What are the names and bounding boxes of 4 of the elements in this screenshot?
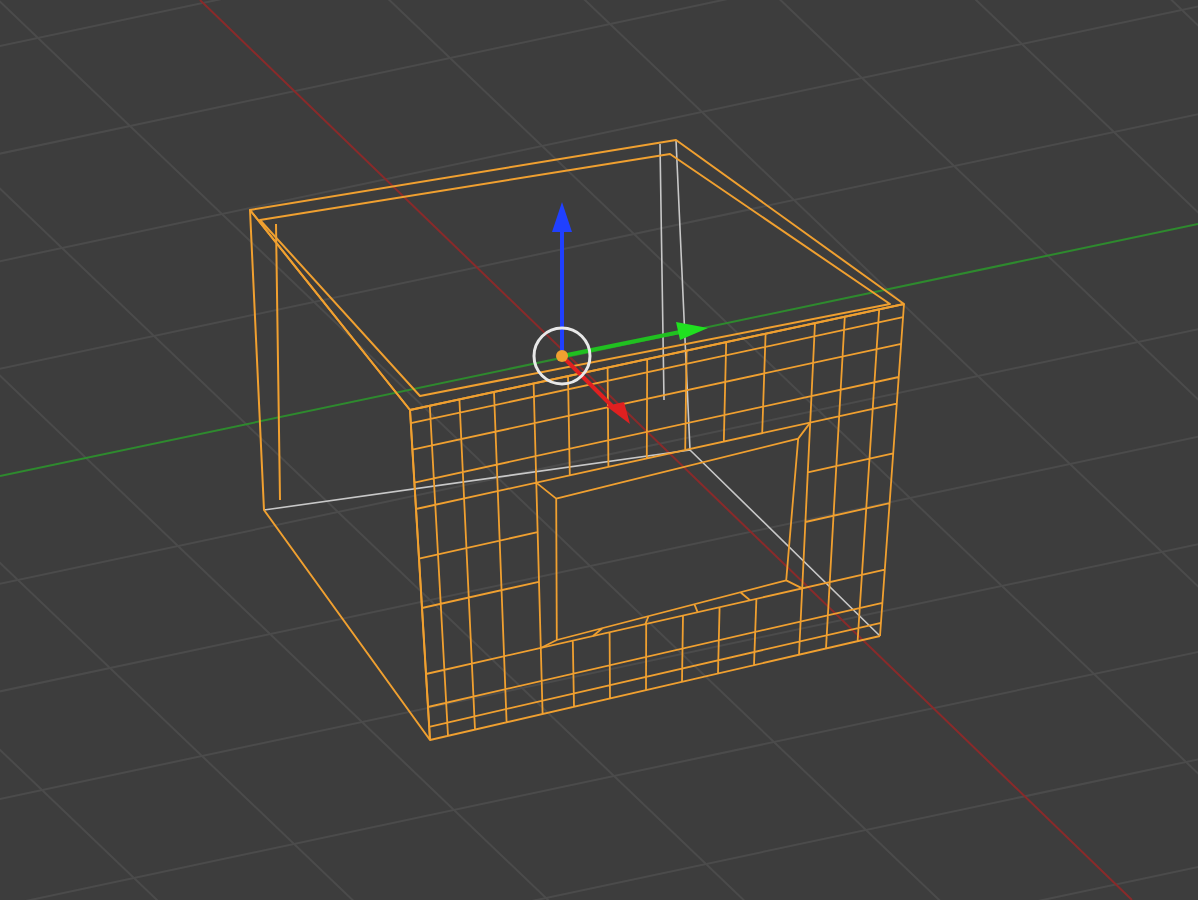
transform-gizmo-drawing[interactable] [552, 202, 708, 424]
origin-dot-icon [556, 350, 568, 362]
mesh-wireframe-drawing[interactable] [249, 139, 905, 741]
3d-cursor-icon [532, 326, 592, 386]
